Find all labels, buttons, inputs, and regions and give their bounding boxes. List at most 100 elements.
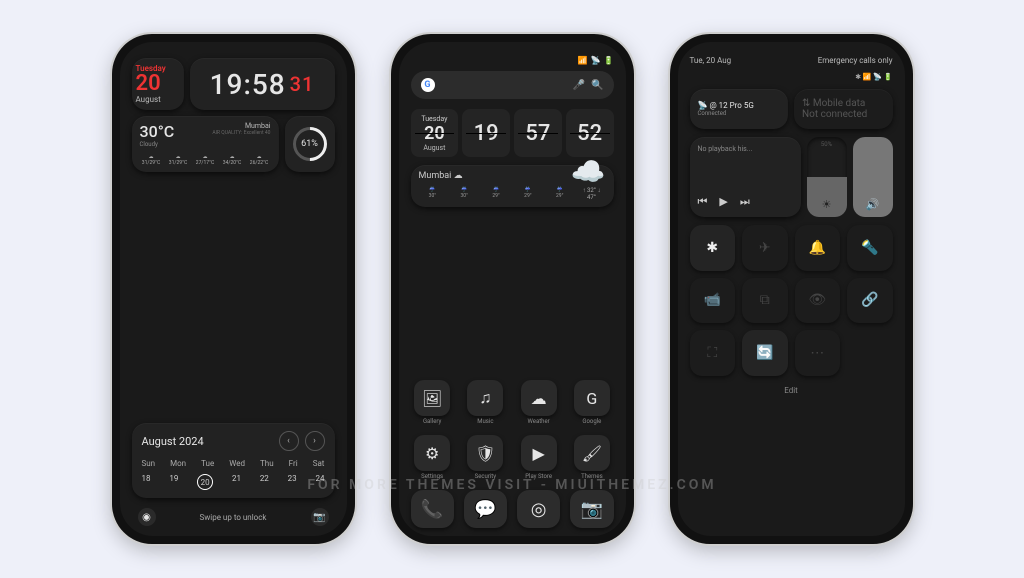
phone-homescreen: 📶 📡 🔋 G 🎤 🔍 Tuesday 20 August 19 57 52 M… [391,34,634,544]
media-tile[interactable]: No playback his... ⏮ ▶ ⏭ [690,137,801,217]
volume-slider[interactable]: 100% 🔊 [853,137,893,217]
flip-date: Tuesday 20 August [411,109,459,157]
calendar-card[interactable]: August 2024 ‹ › Sun Mon Tue Wed Thu Fri … [132,423,335,498]
calendar-next-button[interactable]: › [305,431,325,451]
weather-temp: 30°C [140,122,175,141]
app-label: Gallery [423,418,441,425]
signal-icon: 📶 [578,56,588,65]
battery-card: 61% [285,116,335,172]
cloud-icon: ☁️ [571,155,606,188]
swipe-hint: Swipe up to unlock [156,513,311,522]
clock-card: 19:58 31 [190,58,335,110]
security-icon: 🛡 [467,435,503,471]
google-logo-icon: G [421,78,435,92]
app-label: Security [475,473,497,480]
app-label: Themes [581,473,603,480]
next-icon[interactable]: ⏭ [740,195,750,209]
tile-camera[interactable]: 📹 [690,278,736,324]
home-weather-city: Mumbai [419,171,452,181]
lockscreen: Tuesday 20 August 19:58 31 30°C Cloudy M… [120,42,347,536]
app-label: Weather [528,418,550,425]
status-bar: 📶 📡 🔋 [411,56,614,65]
edit-button[interactable]: Edit [690,386,893,395]
music-icon: ♫ [467,380,503,416]
flip-hour: 19 [462,109,510,157]
calendar-prev-button[interactable]: ‹ [279,431,299,451]
app-label: Settings [421,473,443,480]
camera-shortcut-icon[interactable]: 📷 [311,508,329,526]
app-label: Music [477,418,493,425]
tile-eye[interactable]: 👁 [795,278,841,324]
battery-percent: 61% [301,139,318,149]
flip-minute: 57 [514,109,562,157]
app-themes[interactable]: 🖌Themes [570,435,613,480]
app-gallery[interactable]: 🖼 Gallery [411,380,454,425]
date-card: Tuesday 20 August [132,58,184,110]
tile-sync[interactable]: 🔄 [742,330,788,376]
tile-link[interactable]: 🔗 [847,278,893,324]
tile-expand[interactable]: ⛶ [690,330,736,376]
phone-control-center: Tue, 20 Aug Emergency calls only ✱ 📶 📡 🔋… [670,34,913,544]
dock-camera[interactable]: 📷 [570,490,613,528]
settings-icon: ⚙ [414,435,450,471]
weather-card[interactable]: 30°C Cloudy Mumbai AIR QUALITY: Excellen… [132,116,279,172]
tile-airplane[interactable]: ✈ [742,225,788,271]
tile-bluetooth[interactable]: ✱ [690,225,736,271]
flip-clock-widget: Tuesday 20 August 19 57 52 [411,109,614,157]
lockscreen-left-icon[interactable]: ◉ [138,508,156,526]
homescreen: 📶 📡 🔋 G 🎤 🔍 Tuesday 20 August 19 57 52 M… [399,42,626,536]
weather-icon: ☁ [521,380,557,416]
calendar-title: August 2024 [142,435,204,448]
phone-lockscreen: Tuesday 20 August 19:58 31 30°C Cloudy M… [112,34,355,544]
calendar-weekdays: Sun Mon Tue Wed Thu Fri Sat [142,459,325,468]
app-playstore[interactable]: ▶Play Store [517,435,560,480]
cc-date: Tue, 20 Aug [690,56,732,65]
now-playing-text: No playback his... [698,145,793,153]
weather-cond: Cloudy [140,141,175,148]
google-icon: G [574,380,610,416]
wifi-tile[interactable]: 📡 @ 12 Pro 5G Connected [690,89,789,129]
time-seconds: 31 [290,72,315,96]
app-security[interactable]: 🛡 Security [464,435,507,480]
time-hhmm: 19:58 [210,68,286,101]
weather-quality: AIR QUALITY: Excellent 40 [212,130,270,136]
brightness-slider[interactable]: 50% ☀ [807,137,847,217]
play-icon[interactable]: ▶ [719,195,727,209]
app-google[interactable]: G Google [570,380,613,425]
battery-icon: 🔋 [604,56,614,65]
home-weather-hilo: ↑ 32° ↓ 47° [578,187,606,201]
gallery-icon: 🖼 [414,380,450,416]
month-name: August [136,95,180,104]
cc-status-icons: ✱ 📶 📡 🔋 [690,73,893,81]
tile-more[interactable]: ⋯ [795,330,841,376]
calendar-dates: 18 19 20 21 22 23 24 [142,474,325,490]
dock: 📞 💬 ◎ 📷 [411,490,614,528]
home-weather-card[interactable]: Mumbai ☁ ☁️ ☔30° ☔30° ☔29° ☔29° ☔29° ↑ 3… [411,165,614,207]
dock-chrome[interactable]: ◎ [517,490,560,528]
lens-icon[interactable]: 🔍 [591,80,603,91]
dock-phone[interactable]: 📞 [411,490,454,528]
prev-icon[interactable]: ⏮ [698,195,708,209]
weather-city: Mumbai [212,122,270,130]
app-label: Play Store [525,473,552,480]
calendar-today: 20 [197,474,213,490]
cc-emergency: Emergency calls only [818,56,893,65]
wifi-icon: 📡 [591,56,601,65]
app-grid: 🖼 Gallery ♫ Music ☁ Weather G Google ⚙ Settings 🛡… [411,380,614,528]
tile-flashlight[interactable]: 🔦 [847,225,893,271]
quick-tiles-grid: ✱✈🔔🔦 📹⧉👁🔗 ⛶🔄⋯ [690,225,893,376]
dock-messages[interactable]: 💬 [464,490,507,528]
tile-screenshot[interactable]: ⧉ [742,278,788,324]
brightness-icon: ☀ [807,198,847,211]
mobile-data-tile[interactable]: ⇅ Mobile data Not connected [794,89,893,129]
mic-icon[interactable]: 🎤 [573,80,585,91]
app-weather[interactable]: ☁ Weather [517,380,560,425]
home-forecast-row: ☔30° ☔30° ☔29° ☔29° ☔29° ↑ 32° ↓ 47° [419,187,606,201]
app-music[interactable]: ♫ Music [464,380,507,425]
app-label: Google [582,418,601,425]
volume-icon: 🔊 [853,198,893,211]
search-bar[interactable]: G 🎤 🔍 [411,71,614,99]
control-center: Tue, 20 Aug Emergency calls only ✱ 📶 📡 🔋… [678,42,905,536]
app-settings[interactable]: ⚙ Settings [411,435,454,480]
tile-bell[interactable]: 🔔 [795,225,841,271]
